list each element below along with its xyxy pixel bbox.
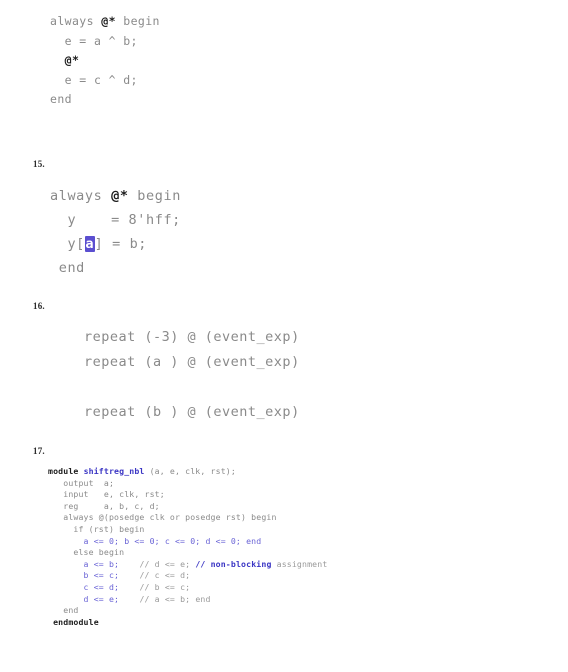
code-token: y = 8'hff; [50,212,181,228]
code-line: a <= b; // d <= e; // non-blocking assig… [48,558,328,571]
question-number-15: 15. [33,159,45,169]
code-line: always @* begin [50,12,160,32]
question-number-17: 17. [33,446,45,456]
code-line: module shiftreg_nbl (a, e, clk, rst); [48,466,327,478]
code-line: repeat (-3) @ (event_exp) [84,325,300,350]
code-token: begin [128,188,181,204]
code-token: c <= d; [48,581,120,592]
code-block-14: always @* begin e = a ^ b; @* e = c ^ d;… [50,12,160,110]
code-token: else begin [48,547,125,558]
code-token: y[ [50,236,85,252]
code-line: c <= d; // b <= c; [48,582,327,594]
code-token: a <= b; [48,558,120,569]
code-line: repeat (a ) @ (event_exp) [84,350,300,375]
code-token: begin [115,14,160,28]
code-line: end [48,605,327,617]
code-token: if (rst) begin [48,523,145,534]
code-token: repeat (b ) @ (event_exp) [84,404,300,420]
code-line: d <= e; // a <= b; end [48,594,327,606]
code-token: b <= c; [48,570,120,581]
code-token: @* [101,14,116,28]
code-token: always @(posedge clk or posedge rst) beg… [48,512,277,523]
code-token: (a, e, clk, rst); [144,466,236,476]
code-token: output a; [48,477,115,488]
code-token: e = a ^ b; [50,33,138,48]
code-block-15: always @* begin y = 8'hff; y[a] = b; end [50,184,181,280]
code-line: output a; [48,478,327,490]
code-line: end [50,90,160,110]
code-line: a <= 0; b <= 0; c <= 0; d <= 0; end [48,536,327,548]
code-token: repeat (a ) @ (event_exp) [84,354,300,370]
code-line: b <= c; // c <= d; [48,570,327,582]
code-line: repeat (b ) @ (event_exp) [84,400,300,425]
code-block-16: repeat (-3) @ (event_exp)repeat (a ) @ (… [84,325,300,425]
code-token: module [48,466,84,476]
code-token: input e, clk, rst; [48,489,165,500]
code-line: reg a, b, c, d; [48,501,327,513]
code-line: end [50,256,181,280]
code-token: repeat (-3) @ (event_exp) [84,329,300,345]
code-token: end [50,92,72,106]
code-token: ] = b; [94,236,148,252]
code-token: e = c ^ d; [50,72,138,87]
code-line: input e, clk, rst; [48,489,327,501]
code-token: always [50,188,112,204]
code-line: y[a] = b; [50,232,181,256]
code-token: assignment [271,558,328,569]
code-line: e = c ^ d; [50,71,160,91]
question-number-16: 16. [33,301,45,311]
code-token: reg a, b, c, d; [48,500,160,511]
code-token: a <= 0; b <= 0; c <= 0; d <= 0; end [48,535,262,546]
code-token: // non-blocking [195,558,272,569]
code-line: if (rst) begin [48,524,327,536]
code-token: @* [111,188,129,204]
code-token: // a <= b; end [119,593,211,604]
code-block-17: module shiftreg_nbl (a, e, clk, rst); ou… [48,466,327,628]
code-token: d <= e; [48,593,120,604]
code-line: endmodule [48,617,327,629]
code-token: // d <= e; [119,558,196,569]
code-token: endmodule [48,616,99,627]
code-token: @* [64,53,80,67]
code-line: e = a ^ b; [50,32,160,52]
code-line: always @(posedge clk or posedge rst) beg… [48,512,327,524]
code-token: end [50,260,85,276]
code-line: always @* begin [50,184,181,208]
code-token: // c <= d; [119,570,191,581]
code-line: y = 8'hff; [50,208,181,232]
code-token: // b <= c; [119,581,191,592]
code-token: always [50,14,102,28]
document-page: { "page": { "background": "#ffffff", "te… [0,0,568,672]
code-line: else begin [48,547,327,559]
code-token: shiftreg_nbl [83,466,145,476]
code-line: @* [50,51,160,71]
code-token: end [48,605,79,616]
highlighted-token: a [84,236,95,252]
